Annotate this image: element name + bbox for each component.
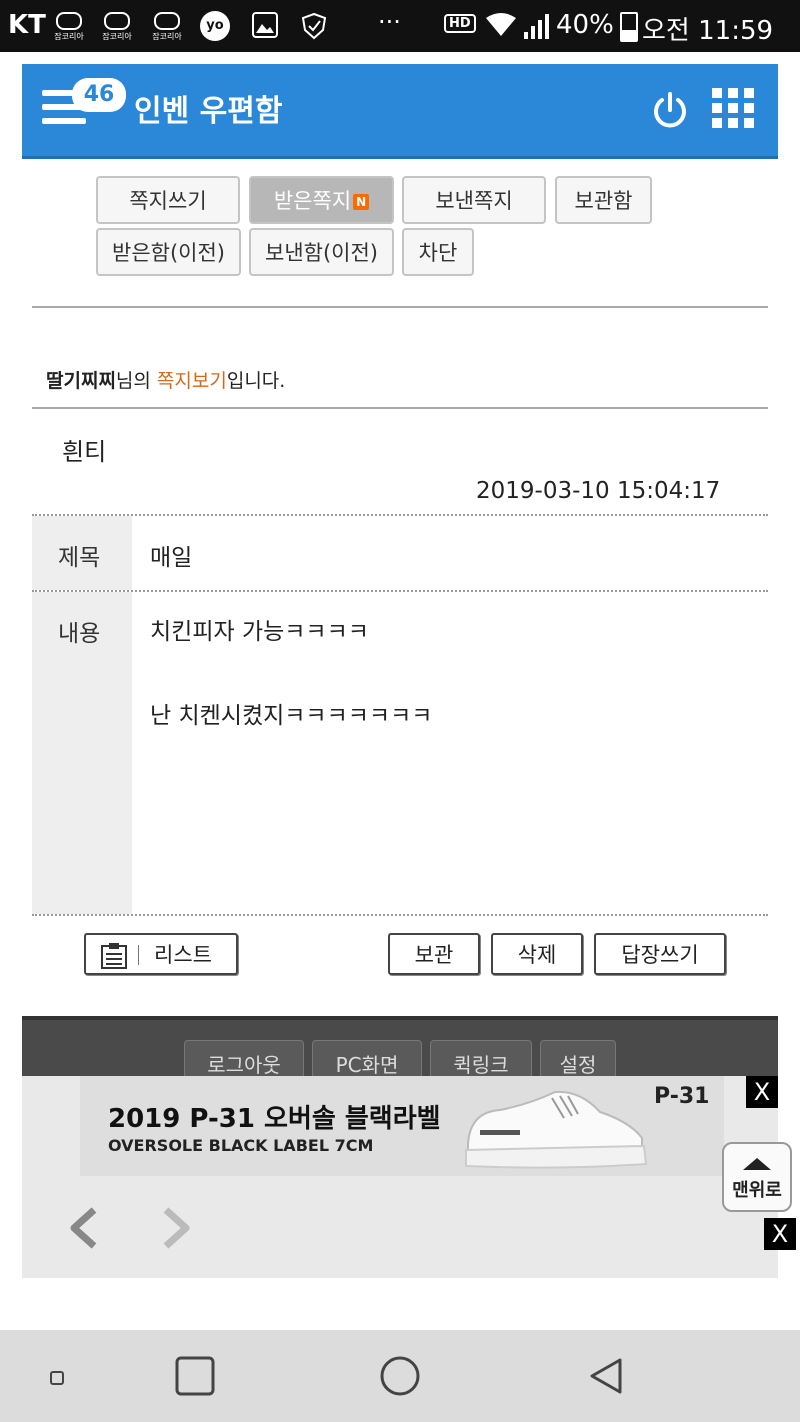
tab-write-message[interactable]: 쪽지쓰기 (96, 176, 240, 224)
sneaker-image (465, 1090, 648, 1169)
list-button[interactable]: 리스트 (84, 933, 238, 975)
sender-name: 딸기찌찌 (46, 370, 116, 392)
ad-banner[interactable]: 2019 P-31 오버솔 블랙라벨 OVERSOLE BLACK LABEL … (80, 1076, 724, 1176)
back-icon[interactable] (586, 1356, 626, 1400)
signal-icon (522, 12, 552, 44)
jobkorea-notification-icon: 잡코리아 (52, 12, 86, 42)
delete-button[interactable]: 삭제 (491, 933, 583, 975)
dotted-divider (32, 514, 768, 516)
system-nav-bar (0, 1330, 800, 1422)
recent-apps-icon[interactable] (175, 1356, 215, 1400)
arrow-up-icon (743, 1158, 771, 1170)
wifi-icon (484, 12, 518, 42)
content-label: 내용 (58, 621, 101, 647)
carrier-label: KT (8, 10, 46, 40)
ad-close-button[interactable]: X (746, 1076, 778, 1108)
divider (32, 407, 768, 409)
hd-voice-icon: HD (444, 14, 476, 33)
list-button-label: 리스트 (154, 943, 212, 967)
reply-button[interactable]: 답장쓰기 (594, 933, 726, 975)
tab-block[interactable]: 차단 (402, 228, 474, 276)
power-icon[interactable] (650, 90, 690, 134)
home-icon[interactable] (380, 1356, 420, 1400)
tab-received-old[interactable]: 받은함(이전) (96, 228, 241, 276)
more-notifications-icon: ··· (378, 8, 401, 36)
keep-button[interactable]: 보관 (388, 933, 480, 975)
tab-received-label: 받은쪽지 (273, 189, 352, 213)
yo-app-icon: yo (200, 11, 230, 41)
tab-sent-messages[interactable]: 보낸쪽지 (402, 176, 546, 224)
message-subject: 매일 (150, 545, 193, 571)
message-count-badge: 46 (72, 78, 126, 112)
shield-icon (300, 12, 328, 44)
ad-container: 2019 P-31 오버솔 블랙라벨 OVERSOLE BLACK LABEL … (22, 1076, 778, 1278)
back-to-top-label: 맨위로 (732, 1180, 782, 1201)
page-title: 인벤 우편함 (134, 94, 283, 129)
new-badge: N (353, 194, 370, 210)
subject-label: 제목 (58, 545, 101, 571)
jobkorea-notification-icon: 잡코리아 (100, 12, 134, 42)
clipboard-icon (100, 942, 128, 982)
dotted-divider (32, 914, 768, 916)
view-notice: 딸기찌찌님의 쪽지보기입니다. (46, 370, 286, 392)
notice-highlight: 쪽지보기 (156, 370, 227, 392)
jobkorea-notification-icon: 잡코리아 (150, 12, 184, 42)
page-header: 46 인벤 우편함 (22, 64, 778, 159)
ad-subtitle: OVERSOLE BLACK LABEL 7CM (108, 1136, 374, 1155)
ad-close-button[interactable]: X (764, 1218, 796, 1250)
back-to-top-button[interactable]: 맨위로 (722, 1142, 792, 1212)
message-content-line: 난 치켄시켰지ㅋㅋㅋㅋㅋㅋㅋ (150, 703, 433, 729)
tab-received-messages[interactable]: 받은쪽지 N (249, 176, 394, 224)
dotted-divider (32, 590, 768, 592)
battery-icon (620, 12, 638, 42)
message-content-line: 치킨피자 가능ㅋㅋㅋㅋ (150, 619, 369, 645)
gallery-icon (252, 12, 278, 42)
tab-sent-old[interactable]: 보낸함(이전) (249, 228, 394, 276)
status-bar: KT 잡코리아 잡코리아 잡코리아 yo ··· HD 40% 오전 11:59 (0, 0, 800, 52)
ad-brand: P-31 (654, 1084, 710, 1109)
chevron-left-icon[interactable] (66, 1206, 102, 1254)
tab-archive[interactable]: 보관함 (555, 176, 652, 224)
chevron-right-icon[interactable] (158, 1206, 194, 1254)
ad-title: 2019 P-31 오버솔 블랙라벨 (108, 1104, 441, 1134)
clock: 오전 11:59 (642, 16, 774, 46)
battery-percent: 40% (556, 10, 614, 40)
message-date: 2019-03-10 15:04:17 (476, 478, 721, 504)
apps-grid-icon[interactable] (712, 88, 756, 128)
message-sender: 흰티 (62, 438, 107, 466)
recent-small-icon[interactable] (50, 1370, 64, 1389)
divider (32, 306, 768, 308)
